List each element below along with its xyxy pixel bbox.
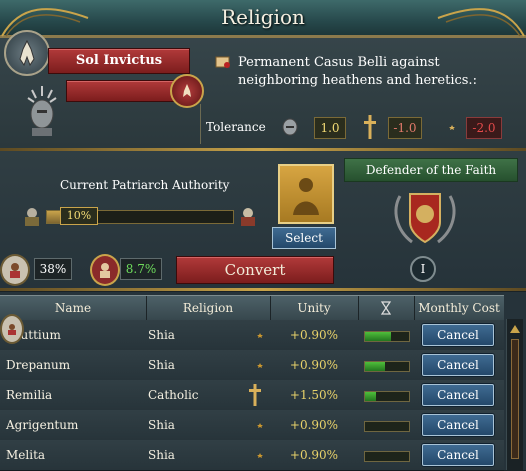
table-header: Name Religion Unity Monthly Cost: [0, 295, 504, 321]
religious-unity-value: 38%: [34, 258, 72, 280]
patriarch-authority-value: 10%: [60, 207, 98, 225]
row-progress-fill: [365, 332, 392, 341]
casus-belli-text: Permanent Casus Belli against neighborin…: [238, 55, 477, 88]
table-row[interactable]: Remilia Catholic +1.50% Cancel: [0, 380, 504, 411]
divider: [200, 104, 201, 144]
row-unity: +0.90%: [289, 358, 339, 372]
row-name: Drepanum: [6, 358, 71, 372]
row-name: Remilia: [6, 388, 53, 402]
conversion-strength-icon: [90, 254, 120, 286]
crescent-icon: [244, 440, 266, 470]
cancel-button[interactable]: Cancel: [422, 444, 494, 466]
row-progress-bar: [364, 421, 410, 432]
row-progress-bar: [364, 391, 410, 402]
header-name[interactable]: Name: [0, 296, 147, 320]
defender-shield-icon[interactable]: [390, 186, 460, 252]
select-patriarch-button[interactable]: Select: [272, 227, 336, 249]
sol-invictus-icon: [26, 84, 58, 138]
row-progress-bar: [364, 331, 410, 342]
tolerance-heretic: -1.0: [388, 117, 422, 139]
tolerance-true-faith: 1.0: [314, 117, 346, 139]
patriarch-portrait-icon[interactable]: [278, 164, 334, 224]
hourglass-icon[interactable]: [358, 296, 415, 320]
row-religion: Shia: [148, 328, 175, 342]
religion-sub-banner: [66, 80, 180, 102]
tolerance-label: Tolerance: [206, 120, 266, 134]
table-row[interactable]: Melita Shia +0.90% Cancel: [0, 440, 504, 471]
row-unity: +1.50%: [289, 388, 339, 402]
row-unity: +0.90%: [289, 418, 339, 432]
table-scrollbar[interactable]: [506, 319, 523, 470]
praying-hands-icon[interactable]: [4, 30, 50, 76]
scroll-thumb[interactable]: [511, 339, 519, 459]
row-religion: Shia: [148, 448, 175, 462]
table-row[interactable]: Bruttium Shia +0.90% Cancel: [0, 320, 504, 351]
table-row[interactable]: Drepanum Shia +0.90% Cancel: [0, 350, 504, 381]
convert-button[interactable]: Convert: [176, 256, 334, 284]
row-progress-fill: [365, 362, 385, 371]
religion-name: Sol Invictus: [75, 53, 163, 68]
cancel-button[interactable]: Cancel: [422, 384, 494, 406]
conversion-strength-value: 8.7%: [120, 258, 162, 280]
table-divider: [0, 288, 526, 291]
window-title: Religion: [221, 5, 305, 29]
row-name: Melita: [6, 448, 46, 462]
scroll-icon: [214, 54, 232, 70]
patriarch-authority-label: Current Patriarch Authority: [60, 178, 230, 192]
defender-level: I: [410, 256, 436, 282]
religious-unity-icon: [0, 254, 30, 286]
header-religion[interactable]: Religion: [146, 296, 271, 320]
header-monthly-cost[interactable]: Monthly Cost: [414, 296, 504, 320]
crescent-icon: [436, 116, 458, 138]
row-progress-bar: [364, 451, 410, 462]
row-religion: Shia: [148, 358, 175, 372]
cancel-button[interactable]: Cancel: [422, 324, 494, 346]
cancel-button[interactable]: Cancel: [422, 414, 494, 436]
crescent-icon: [244, 320, 266, 350]
crescent-icon: [244, 350, 266, 380]
window-header: Religion: [0, 0, 526, 38]
cancel-button[interactable]: Cancel: [422, 354, 494, 376]
row-name: Bruttium: [6, 328, 61, 342]
religion-name-banner: Sol Invictus: [48, 48, 190, 74]
row-progress-bar: [364, 361, 410, 372]
header-unity[interactable]: Unity: [270, 296, 359, 320]
patriarch-right-icon: [236, 204, 260, 228]
row-unity: +0.90%: [289, 328, 339, 342]
table-row[interactable]: Agrigentum Shia +0.90% Cancel: [0, 410, 504, 441]
crescent-icon: [244, 410, 266, 440]
defender-of-faith-banner: Defender of the Faith: [344, 158, 518, 182]
row-name: Agrigentum: [6, 418, 79, 432]
religion-action-icon[interactable]: [170, 74, 204, 108]
scroll-up-icon[interactable]: [510, 325, 520, 333]
cross-icon: [360, 112, 380, 142]
row-progress-fill: [365, 392, 376, 401]
row-religion: Catholic: [148, 388, 199, 402]
helmet-icon: [280, 116, 300, 138]
cross-icon: [244, 380, 266, 410]
row-province-icon: [0, 314, 24, 344]
patriarch-left-icon: [20, 204, 44, 228]
tolerance-heathen: -2.0: [466, 117, 502, 139]
row-unity: +0.90%: [289, 448, 339, 462]
row-religion: Shia: [148, 418, 175, 432]
